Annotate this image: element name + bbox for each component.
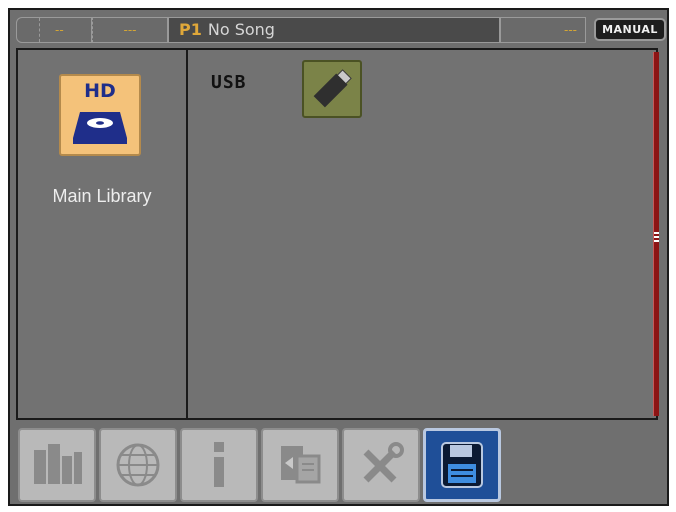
status-seg1-a: -- xyxy=(55,23,64,37)
globe-icon xyxy=(116,443,160,487)
media-button[interactable] xyxy=(423,428,501,502)
floppy-disk-icon xyxy=(441,442,483,488)
usb-label: USB xyxy=(211,72,247,93)
performance-id: P1 xyxy=(179,20,202,39)
status-segment-right: --- xyxy=(500,17,586,43)
media-browser-panel: HD Main Library USB xyxy=(16,48,659,420)
info-icon xyxy=(214,442,224,487)
scrollbar[interactable] xyxy=(653,52,659,416)
song-display: P1 No Song xyxy=(168,17,500,43)
status-segment-left: -- xyxy=(16,17,92,43)
manual-mode-button[interactable]: MANUAL xyxy=(594,18,666,41)
status-bar: -- --- P1 No Song --- MANUAL xyxy=(16,17,666,43)
books-icon xyxy=(34,444,82,484)
hard-disk-tile-text: HD xyxy=(84,80,116,102)
copy-button[interactable] xyxy=(261,428,339,502)
usb-drive-button[interactable] xyxy=(302,60,362,118)
song-name: No Song xyxy=(207,20,275,39)
info-button[interactable] xyxy=(180,428,258,502)
device-list-pane: HD Main Library xyxy=(18,50,188,418)
copy-icon xyxy=(281,446,321,484)
screen: -- --- P1 No Song --- MANUAL HD Main Libr… xyxy=(8,8,669,506)
scrollbar-grip[interactable] xyxy=(654,232,659,242)
status-seg4: --- xyxy=(564,23,577,37)
web-button[interactable] xyxy=(99,428,177,502)
tools-button[interactable] xyxy=(342,428,420,502)
usb-stick-icon xyxy=(313,69,352,108)
status-segment-second: --- xyxy=(92,17,168,43)
main-library-label: Main Library xyxy=(52,186,152,206)
status-seg1-b: --- xyxy=(123,23,137,37)
tools-icon xyxy=(363,442,404,483)
hard-disk-tile[interactable]: HD xyxy=(59,74,141,156)
library-button[interactable] xyxy=(18,428,96,502)
